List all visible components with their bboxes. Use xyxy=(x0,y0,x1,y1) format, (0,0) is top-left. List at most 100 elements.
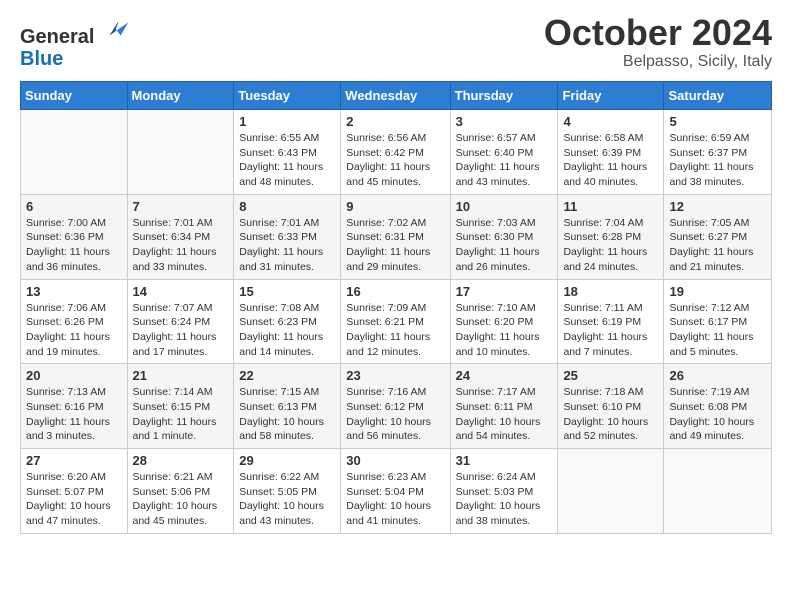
day-info: Sunrise: 7:13 AM Sunset: 6:16 PM Dayligh… xyxy=(26,385,122,444)
calendar-cell: 15 Sunrise: 7:08 AM Sunset: 6:23 PM Dayli… xyxy=(234,279,341,364)
day-number: 26 xyxy=(669,368,766,383)
day-number: 23 xyxy=(346,368,444,383)
calendar-cell: 22 Sunrise: 7:15 AM Sunset: 6:13 PM Dayli… xyxy=(234,364,341,449)
day-header-sunday: Sunday xyxy=(21,82,128,110)
day-number: 16 xyxy=(346,284,444,299)
day-info: Sunrise: 6:59 AM Sunset: 6:37 PM Dayligh… xyxy=(669,131,766,190)
day-number: 17 xyxy=(456,284,553,299)
calendar-cell: 29 Sunrise: 6:22 AM Sunset: 5:05 PM Dayli… xyxy=(234,449,341,534)
calendar-cell: 5 Sunrise: 6:59 AM Sunset: 6:37 PM Daylig… xyxy=(664,110,772,195)
header-row: SundayMondayTuesdayWednesdayThursdayFrid… xyxy=(21,82,772,110)
day-header-monday: Monday xyxy=(127,82,234,110)
day-number: 20 xyxy=(26,368,122,383)
day-info: Sunrise: 7:15 AM Sunset: 6:13 PM Dayligh… xyxy=(239,385,335,444)
day-info: Sunrise: 6:24 AM Sunset: 5:03 PM Dayligh… xyxy=(456,470,553,529)
calendar-cell: 25Sunrise: 7:18 AM Sunset: 6:10 PM Dayli… xyxy=(558,364,664,449)
day-info: Sunrise: 6:58 AM Sunset: 6:39 PM Dayligh… xyxy=(563,131,658,190)
calendar-cell: 30 Sunrise: 6:23 AM Sunset: 5:04 PM Dayli… xyxy=(341,449,450,534)
calendar-cell: 9 Sunrise: 7:02 AM Sunset: 6:31 PM Daylig… xyxy=(341,194,450,279)
day-number: 2 xyxy=(346,114,444,129)
calendar-cell: 27 Sunrise: 6:20 AM Sunset: 5:07 PM Dayli… xyxy=(21,449,128,534)
calendar-cell: 1 Sunrise: 6:55 AM Sunset: 6:43 PM Daylig… xyxy=(234,110,341,195)
day-number: 10 xyxy=(456,199,553,214)
day-info: Sunrise: 7:17 AM Sunset: 6:11 PM Dayligh… xyxy=(456,385,553,444)
calendar-cell: 28 Sunrise: 6:21 AM Sunset: 5:06 PM Dayli… xyxy=(127,449,234,534)
week-row-5: 27 Sunrise: 6:20 AM Sunset: 5:07 PM Dayli… xyxy=(21,449,772,534)
day-info: Sunrise: 6:20 AM Sunset: 5:07 PM Dayligh… xyxy=(26,470,122,529)
day-info: Sunrise: 7:02 AM Sunset: 6:31 PM Dayligh… xyxy=(346,216,444,275)
day-info: Sunrise: 7:03 AM Sunset: 6:30 PM Dayligh… xyxy=(456,216,553,275)
day-number: 27 xyxy=(26,453,122,468)
day-number: 5 xyxy=(669,114,766,129)
day-info: Sunrise: 6:21 AM Sunset: 5:06 PM Dayligh… xyxy=(133,470,229,529)
calendar-table: SundayMondayTuesdayWednesdayThursdayFrid… xyxy=(20,81,772,534)
calendar-cell: 3Sunrise: 6:57 AM Sunset: 6:40 PM Daylig… xyxy=(450,110,558,195)
day-number: 1 xyxy=(239,114,335,129)
day-number: 3 xyxy=(456,114,553,129)
day-number: 29 xyxy=(239,453,335,468)
day-info: Sunrise: 7:19 AM Sunset: 6:08 PM Dayligh… xyxy=(669,385,766,444)
day-number: 18 xyxy=(563,284,658,299)
calendar-cell: 12 Sunrise: 7:05 AM Sunset: 6:27 PM Dayli… xyxy=(664,194,772,279)
calendar-cell xyxy=(127,110,234,195)
page: General Blue October 2024 Belpasso, Sici… xyxy=(0,0,792,549)
calendar-cell: 17Sunrise: 7:10 AM Sunset: 6:20 PM Dayli… xyxy=(450,279,558,364)
day-number: 28 xyxy=(133,453,229,468)
day-info: Sunrise: 7:07 AM Sunset: 6:24 PM Dayligh… xyxy=(133,301,229,360)
calendar-cell: 16 Sunrise: 7:09 AM Sunset: 6:21 PM Dayli… xyxy=(341,279,450,364)
day-info: Sunrise: 7:00 AM Sunset: 6:36 PM Dayligh… xyxy=(26,216,122,275)
day-info: Sunrise: 7:04 AM Sunset: 6:28 PM Dayligh… xyxy=(563,216,658,275)
calendar-cell: 24Sunrise: 7:17 AM Sunset: 6:11 PM Dayli… xyxy=(450,364,558,449)
calendar-cell: 20 Sunrise: 7:13 AM Sunset: 6:16 PM Dayli… xyxy=(21,364,128,449)
day-info: Sunrise: 7:05 AM Sunset: 6:27 PM Dayligh… xyxy=(669,216,766,275)
calendar-cell: 19Sunrise: 7:12 AM Sunset: 6:17 PM Dayli… xyxy=(664,279,772,364)
calendar-cell: 8 Sunrise: 7:01 AM Sunset: 6:33 PM Daylig… xyxy=(234,194,341,279)
week-row-2: 6 Sunrise: 7:00 AM Sunset: 6:36 PM Daylig… xyxy=(21,194,772,279)
day-info: Sunrise: 7:01 AM Sunset: 6:33 PM Dayligh… xyxy=(239,216,335,275)
calendar-cell: 23 Sunrise: 7:16 AM Sunset: 6:12 PM Dayli… xyxy=(341,364,450,449)
day-info: Sunrise: 7:16 AM Sunset: 6:12 PM Dayligh… xyxy=(346,385,444,444)
calendar-cell: 11 Sunrise: 7:04 AM Sunset: 6:28 PM Dayli… xyxy=(558,194,664,279)
day-header-saturday: Saturday xyxy=(664,82,772,110)
day-number: 30 xyxy=(346,453,444,468)
day-header-friday: Friday xyxy=(558,82,664,110)
day-number: 6 xyxy=(26,199,122,214)
day-info: Sunrise: 7:08 AM Sunset: 6:23 PM Dayligh… xyxy=(239,301,335,360)
day-header-tuesday: Tuesday xyxy=(234,82,341,110)
day-number: 7 xyxy=(133,199,229,214)
day-number: 11 xyxy=(563,199,658,214)
day-info: Sunrise: 6:55 AM Sunset: 6:43 PM Dayligh… xyxy=(239,131,335,190)
day-number: 22 xyxy=(239,368,335,383)
day-number: 13 xyxy=(26,284,122,299)
day-info: Sunrise: 7:09 AM Sunset: 6:21 PM Dayligh… xyxy=(346,301,444,360)
day-number: 31 xyxy=(456,453,553,468)
calendar-cell: 7 Sunrise: 7:01 AM Sunset: 6:34 PM Daylig… xyxy=(127,194,234,279)
day-number: 9 xyxy=(346,199,444,214)
location: Belpasso, Sicily, Italy xyxy=(544,53,772,71)
day-info: Sunrise: 7:18 AM Sunset: 6:10 PM Dayligh… xyxy=(563,385,658,444)
calendar-cell: 18 Sunrise: 7:11 AM Sunset: 6:19 PM Dayli… xyxy=(558,279,664,364)
week-row-4: 20 Sunrise: 7:13 AM Sunset: 6:16 PM Dayli… xyxy=(21,364,772,449)
day-number: 12 xyxy=(669,199,766,214)
day-info: Sunrise: 6:56 AM Sunset: 6:42 PM Dayligh… xyxy=(346,131,444,190)
day-info: Sunrise: 7:01 AM Sunset: 6:34 PM Dayligh… xyxy=(133,216,229,275)
day-header-thursday: Thursday xyxy=(450,82,558,110)
day-info: Sunrise: 6:23 AM Sunset: 5:04 PM Dayligh… xyxy=(346,470,444,529)
day-info: Sunrise: 7:14 AM Sunset: 6:15 PM Dayligh… xyxy=(133,385,229,444)
day-info: Sunrise: 7:12 AM Sunset: 6:17 PM Dayligh… xyxy=(669,301,766,360)
day-number: 15 xyxy=(239,284,335,299)
calendar-cell: 6 Sunrise: 7:00 AM Sunset: 6:36 PM Daylig… xyxy=(21,194,128,279)
calendar-cell: 2 Sunrise: 6:56 AM Sunset: 6:42 PM Daylig… xyxy=(341,110,450,195)
logo: General Blue xyxy=(20,15,130,70)
header: General Blue October 2024 Belpasso, Sici… xyxy=(20,15,772,71)
logo-blue-text: Blue xyxy=(20,48,63,70)
title-block: October 2024 Belpasso, Sicily, Italy xyxy=(544,15,772,71)
day-info: Sunrise: 7:11 AM Sunset: 6:19 PM Dayligh… xyxy=(563,301,658,360)
calendar-cell: 14Sunrise: 7:07 AM Sunset: 6:24 PM Dayli… xyxy=(127,279,234,364)
day-info: Sunrise: 6:22 AM Sunset: 5:05 PM Dayligh… xyxy=(239,470,335,529)
logo-general-text: General xyxy=(20,26,94,48)
calendar-cell: 4Sunrise: 6:58 AM Sunset: 6:39 PM Daylig… xyxy=(558,110,664,195)
calendar-cell: 10 Sunrise: 7:03 AM Sunset: 6:30 PM Dayli… xyxy=(450,194,558,279)
calendar-cell xyxy=(558,449,664,534)
day-number: 8 xyxy=(239,199,335,214)
